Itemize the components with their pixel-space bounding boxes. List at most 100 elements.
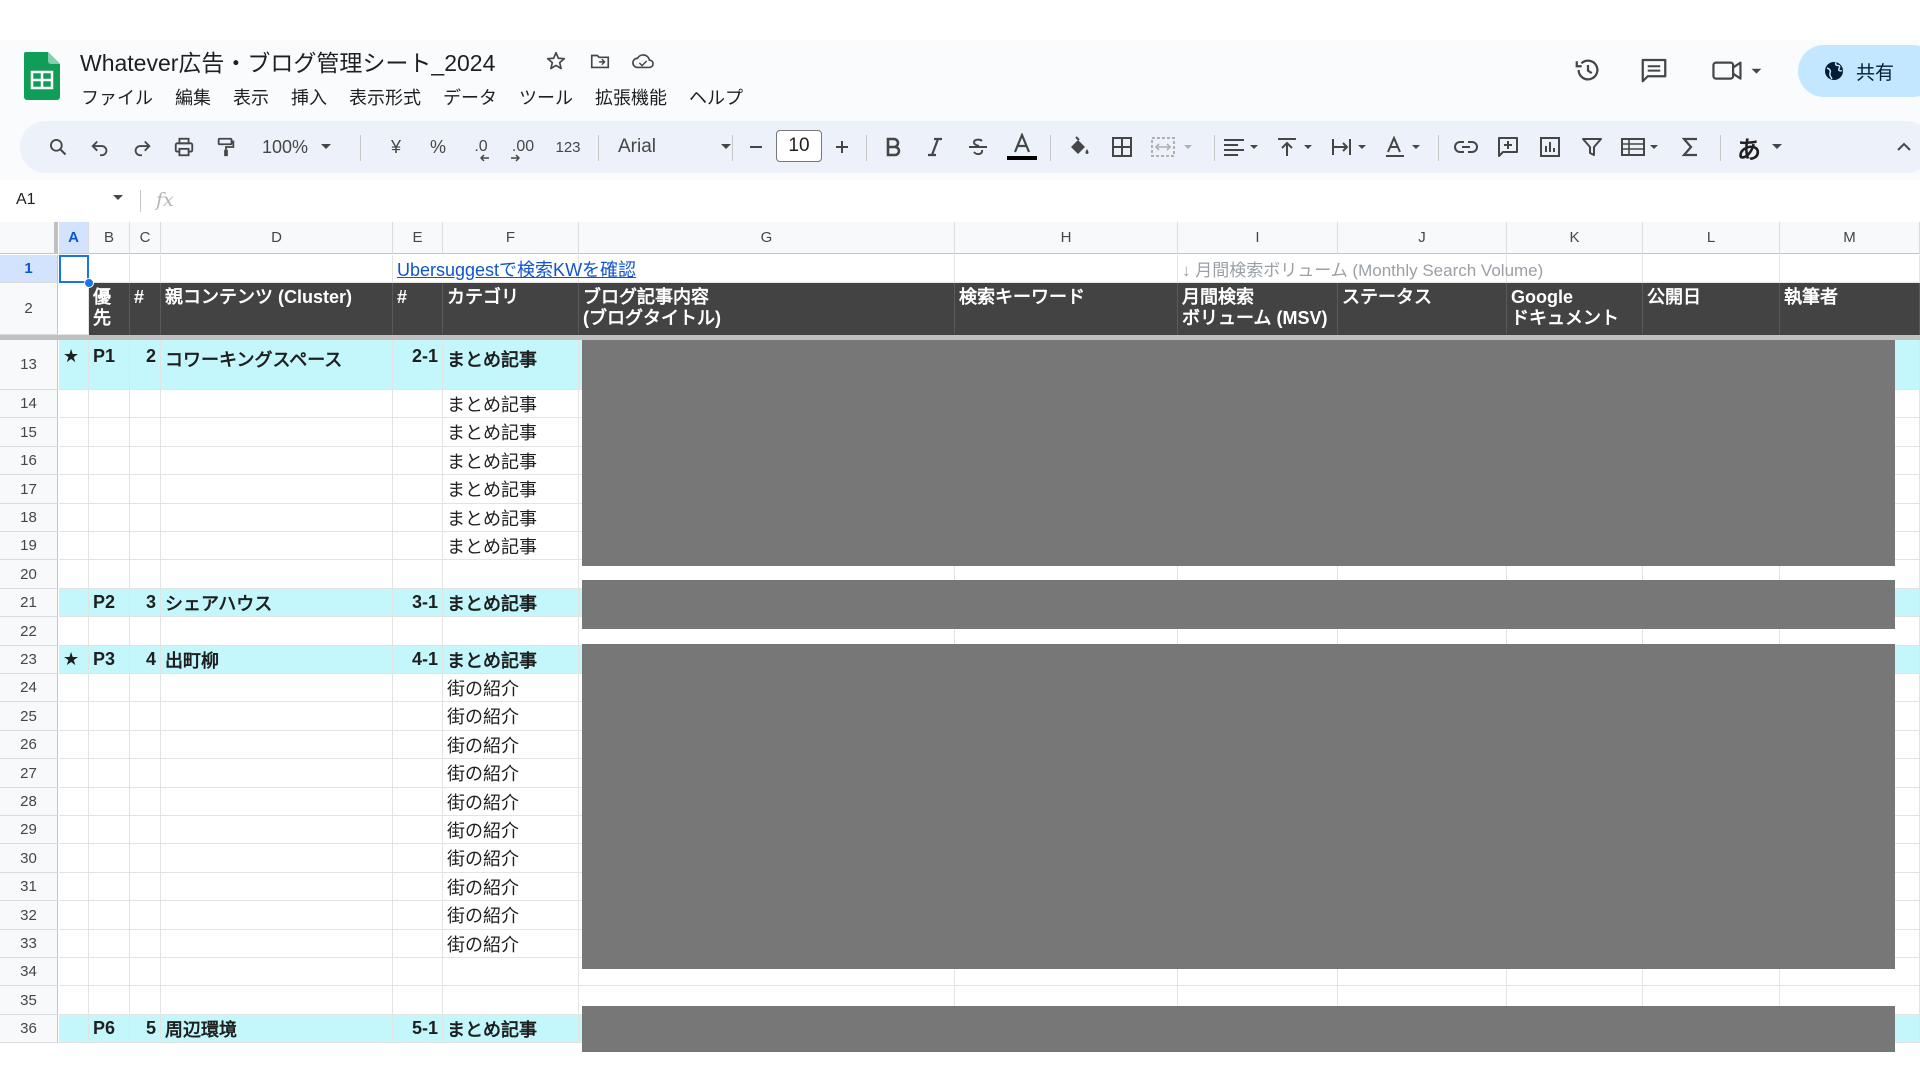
star-icon[interactable] <box>543 48 569 74</box>
header-cell-d[interactable]: 親コンテンツ (Cluster) <box>161 283 393 335</box>
dropdown-arrow-icon[interactable] <box>112 194 124 202</box>
column-header-l[interactable]: L <box>1643 222 1780 254</box>
header-cell-g[interactable]: ブログ記事内容 (ブログタイトル) <box>579 283 955 335</box>
priority-cell[interactable] <box>89 447 130 475</box>
row-header-16[interactable]: 16 <box>0 447 58 475</box>
priority-cell[interactable] <box>89 901 130 930</box>
functions-icon[interactable] <box>1674 131 1706 163</box>
menu-extensions[interactable]: 拡張機能 <box>584 82 678 110</box>
cluster-id-cell[interactable] <box>130 844 161 873</box>
filter-icon[interactable] <box>1576 131 1608 163</box>
category-cell[interactable]: 街の紹介 <box>443 930 579 958</box>
cluster-name-cell[interactable] <box>161 532 393 560</box>
cluster-name-cell[interactable] <box>161 958 393 986</box>
sub-id-cell[interactable] <box>393 532 443 560</box>
row-header-13[interactable]: 13 <box>0 340 58 390</box>
row-header-18[interactable]: 18 <box>0 504 58 532</box>
priority-cell[interactable] <box>89 759 130 788</box>
italic-icon[interactable] <box>920 131 950 163</box>
priority-cell[interactable] <box>89 930 130 958</box>
select-all-corner[interactable] <box>0 222 58 254</box>
sub-id-cell[interactable] <box>393 702 443 731</box>
cluster-name-cell[interactable] <box>161 674 393 702</box>
filter-views-icon[interactable] <box>1618 131 1666 163</box>
priority-cell[interactable] <box>89 731 130 759</box>
row-header-25[interactable]: 25 <box>0 702 58 731</box>
row-header-1[interactable]: 1 <box>0 255 58 283</box>
sub-id-cell[interactable] <box>393 958 443 986</box>
cluster-name-cell[interactable] <box>161 560 393 589</box>
priority-cell[interactable] <box>89 418 130 447</box>
row-header-29[interactable]: 29 <box>0 816 58 844</box>
sub-id-cell[interactable] <box>393 447 443 475</box>
sub-id-cell[interactable] <box>393 901 443 930</box>
star-cell[interactable] <box>59 844 89 873</box>
insert-comment-icon[interactable] <box>1492 131 1524 163</box>
sub-id-cell[interactable] <box>393 475 443 504</box>
priority-cell[interactable]: P6 <box>89 1015 130 1043</box>
cluster-id-cell[interactable]: 5 <box>130 1015 161 1043</box>
column-header-k[interactable]: K <box>1507 222 1643 254</box>
cell-c1[interactable] <box>130 255 161 283</box>
star-cell[interactable] <box>59 532 89 560</box>
row-header-30[interactable]: 30 <box>0 844 58 873</box>
header-cell-e[interactable]: # <box>393 283 443 335</box>
category-cell[interactable]: まとめ記事 <box>443 532 579 560</box>
category-cell[interactable]: まとめ記事 <box>443 390 579 418</box>
decrease-decimal-button[interactable]: .0 <box>464 131 498 163</box>
header-cell-j[interactable]: ステータス <box>1338 283 1507 335</box>
cluster-name-cell[interactable] <box>161 844 393 873</box>
cell-d1[interactable] <box>161 255 393 283</box>
category-cell[interactable] <box>443 560 579 589</box>
category-cell[interactable] <box>443 617 579 646</box>
cluster-id-cell[interactable] <box>130 930 161 958</box>
row-header-34[interactable]: 34 <box>0 958 58 986</box>
header-cell-h[interactable]: 検索キーワード <box>955 283 1178 335</box>
cluster-name-cell[interactable] <box>161 418 393 447</box>
increase-font-size-button[interactable] <box>828 131 856 163</box>
star-cell[interactable] <box>59 901 89 930</box>
menu-help[interactable]: ヘルプ <box>678 82 754 110</box>
sub-id-cell[interactable]: 5-1 <box>393 1015 443 1043</box>
menu-format[interactable]: 表示形式 <box>338 82 432 110</box>
priority-cell[interactable] <box>89 986 130 1015</box>
category-cell[interactable]: まとめ記事 <box>443 340 579 390</box>
cluster-name-cell[interactable] <box>161 788 393 816</box>
cluster-name-cell[interactable] <box>161 447 393 475</box>
sub-id-cell[interactable] <box>393 844 443 873</box>
row-header-24[interactable]: 24 <box>0 674 58 702</box>
category-cell[interactable]: まとめ記事 <box>443 447 579 475</box>
cluster-id-cell[interactable] <box>130 532 161 560</box>
cluster-name-cell[interactable] <box>161 816 393 844</box>
row-header-19[interactable]: 19 <box>0 532 58 560</box>
star-cell[interactable] <box>59 702 89 731</box>
star-cell[interactable] <box>59 1015 89 1043</box>
cluster-id-cell[interactable] <box>130 986 161 1015</box>
spreadsheet-grid[interactable]: ABCDEFGHIJKLM 1 2 13 14 15 16 17 18 19 20 21 22 23 24… <box>0 222 1920 1052</box>
cluster-id-cell[interactable] <box>130 873 161 901</box>
category-cell[interactable]: 街の紹介 <box>443 873 579 901</box>
cluster-id-cell[interactable]: 2 <box>130 340 161 390</box>
priority-cell[interactable] <box>89 560 130 589</box>
row-header-26[interactable]: 26 <box>0 731 58 759</box>
star-cell[interactable] <box>59 560 89 589</box>
sub-id-cell[interactable] <box>393 504 443 532</box>
bold-icon[interactable] <box>878 131 908 163</box>
sub-id-cell[interactable] <box>393 418 443 447</box>
cluster-id-cell[interactable] <box>130 504 161 532</box>
cluster-id-cell[interactable] <box>130 702 161 731</box>
cluster-id-cell[interactable] <box>130 560 161 589</box>
column-header-g[interactable]: G <box>579 222 955 254</box>
priority-cell[interactable] <box>89 958 130 986</box>
sub-id-cell[interactable] <box>393 816 443 844</box>
cluster-id-cell[interactable] <box>130 788 161 816</box>
column-header-c[interactable]: C <box>130 222 161 254</box>
merge-cells-icon[interactable] <box>1146 131 1202 163</box>
sub-id-cell[interactable] <box>393 390 443 418</box>
sub-id-cell[interactable] <box>393 788 443 816</box>
cell-h1[interactable] <box>955 255 1178 283</box>
row-header-32[interactable]: 32 <box>0 901 58 930</box>
row-header-17[interactable]: 17 <box>0 475 58 504</box>
formula-input[interactable] <box>190 188 1890 214</box>
more-formats-button[interactable]: 123 <box>548 131 588 163</box>
